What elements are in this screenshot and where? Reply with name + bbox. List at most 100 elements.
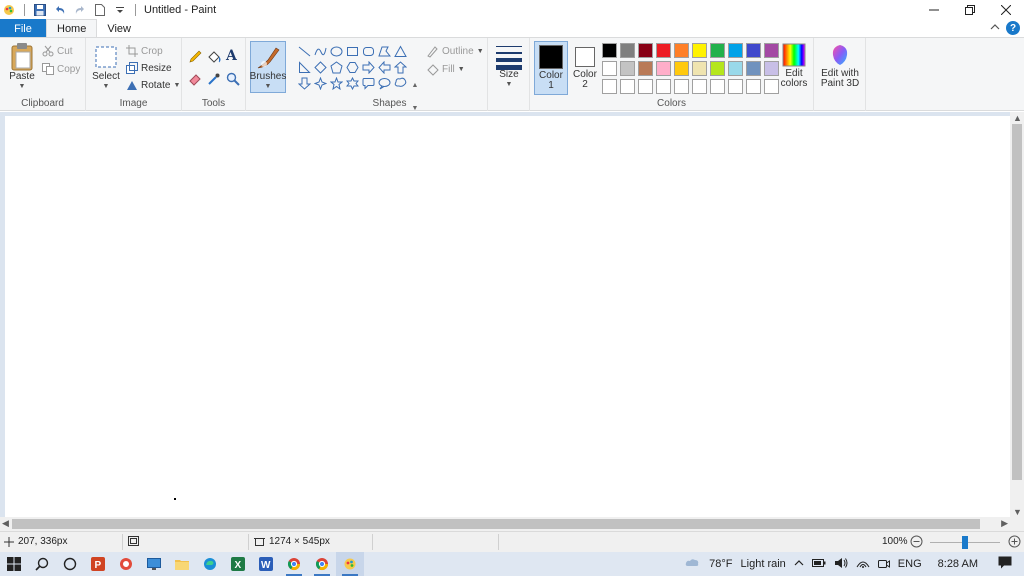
media-player-icon[interactable]	[112, 552, 140, 576]
palette-swatch[interactable]	[674, 61, 689, 76]
paste-button[interactable]: Paste ▼	[6, 42, 38, 92]
customize-qat-icon[interactable]	[113, 3, 127, 17]
zoom-out-icon[interactable]	[910, 535, 923, 548]
new-file-icon[interactable]	[93, 3, 107, 17]
collapse-ribbon-icon[interactable]	[990, 22, 1000, 34]
rotate-button[interactable]: Rotate ▼	[126, 77, 180, 93]
palette-swatch[interactable]	[620, 61, 635, 76]
eraser-icon[interactable]	[188, 71, 202, 87]
weather-icon[interactable]	[685, 557, 701, 572]
clock[interactable]: 8:28 AM	[938, 558, 978, 570]
color-picker-icon[interactable]	[207, 71, 221, 87]
zoom-in-icon[interactable]	[1008, 535, 1021, 548]
palette-swatch[interactable]	[656, 61, 671, 76]
left-arrow-shape-icon[interactable]	[376, 59, 392, 75]
task-view-icon[interactable]	[56, 552, 84, 576]
cloud-callout-shape-icon[interactable]	[392, 75, 408, 91]
oval-callout-shape-icon[interactable]	[376, 75, 392, 91]
tab-home[interactable]: Home	[46, 19, 98, 38]
palette-swatch[interactable]	[746, 79, 761, 94]
paint-app-icon[interactable]	[2, 3, 16, 17]
color1-button[interactable]: Color 1	[534, 41, 568, 95]
right-triangle-shape-icon[interactable]	[296, 59, 312, 75]
windows-start-icon[interactable]	[0, 552, 28, 576]
palette-swatch[interactable]	[728, 43, 743, 58]
undo-icon[interactable]	[53, 3, 67, 17]
edit-with-paint3d-button[interactable]: Edit with Paint 3D	[818, 43, 862, 89]
scroll-down-icon[interactable]: ▼	[1013, 507, 1022, 517]
color2-button[interactable]: Color 2	[570, 41, 600, 95]
show-hidden-icons-icon[interactable]	[794, 558, 804, 570]
search-icon[interactable]	[28, 552, 56, 576]
palette-swatch[interactable]	[674, 43, 689, 58]
crop-button[interactable]: Crop	[126, 43, 163, 59]
rounded-callout-shape-icon[interactable]	[360, 75, 376, 91]
five-point-star-shape-icon[interactable]	[328, 75, 344, 91]
palette-swatch[interactable]	[746, 43, 761, 58]
palette-swatch[interactable]	[710, 43, 725, 58]
language-indicator[interactable]: ENG	[898, 558, 922, 570]
pencil-icon[interactable]	[188, 49, 202, 65]
polygon-shape-icon[interactable]	[376, 43, 392, 59]
scroll-right-icon[interactable]: ▶	[1001, 518, 1008, 529]
palette-swatch[interactable]	[620, 79, 635, 94]
up-arrow-shape-icon[interactable]	[392, 59, 408, 75]
palette-swatch[interactable]	[692, 79, 707, 94]
vertical-scrollbar[interactable]: ▲ ▼	[1010, 112, 1024, 518]
palette-swatch[interactable]	[656, 79, 671, 94]
brushes-button[interactable]: Brushes ▼	[250, 41, 286, 93]
help-icon[interactable]: ?	[1006, 21, 1020, 35]
chrome-icon[interactable]	[308, 552, 336, 576]
palette-swatch[interactable]	[746, 61, 761, 76]
powerpoint-icon[interactable]: P	[84, 552, 112, 576]
palette-swatch[interactable]	[602, 43, 617, 58]
edit-colors-button[interactable]: Edit colors	[778, 43, 810, 89]
restore-button[interactable]	[952, 0, 988, 20]
redo-icon[interactable]	[73, 3, 87, 17]
copy-button[interactable]: Copy	[42, 61, 80, 77]
palette-swatch[interactable]	[656, 43, 671, 58]
volume-icon[interactable]	[834, 557, 848, 572]
oval-shape-icon[interactable]	[328, 43, 344, 59]
palette-swatch[interactable]	[764, 61, 779, 76]
palette-swatch[interactable]	[638, 61, 653, 76]
horizontal-scrollbar[interactable]: ◀ ▶	[0, 517, 1024, 531]
scroll-left-icon[interactable]: ◀	[2, 518, 9, 529]
battery-icon[interactable]	[811, 558, 826, 571]
rectangle-shape-icon[interactable]	[344, 43, 360, 59]
meet-now-icon[interactable]	[877, 557, 890, 572]
four-point-star-shape-icon[interactable]	[312, 75, 328, 91]
hexagon-shape-icon[interactable]	[344, 59, 360, 75]
desktop-icon[interactable]	[140, 552, 168, 576]
resize-button[interactable]: Resize	[126, 60, 172, 76]
six-point-star-shape-icon[interactable]	[344, 75, 360, 91]
chevron-up-icon[interactable]: ▲	[412, 82, 419, 89]
size-button[interactable]: Size ▼	[494, 44, 524, 90]
fill-button[interactable]: Fill ▼	[426, 61, 465, 77]
palette-swatch[interactable]	[638, 43, 653, 58]
palette-swatch[interactable]	[602, 61, 617, 76]
minimize-button[interactable]	[916, 0, 952, 20]
vertical-scroll-thumb[interactable]	[1012, 124, 1022, 480]
tab-view[interactable]: View	[97, 19, 141, 38]
triangle-shape-icon[interactable]	[392, 43, 408, 59]
palette-swatch[interactable]	[692, 43, 707, 58]
right-arrow-shape-icon[interactable]	[360, 59, 376, 75]
zoom-slider-thumb[interactable]	[962, 536, 968, 549]
palette-swatch[interactable]	[710, 61, 725, 76]
pentagon-shape-icon[interactable]	[328, 59, 344, 75]
save-icon[interactable]	[33, 3, 47, 17]
select-button[interactable]: Select ▼	[90, 42, 122, 92]
scroll-up-icon[interactable]: ▲	[1013, 113, 1022, 123]
palette-swatch[interactable]	[602, 79, 617, 94]
line-shape-icon[interactable]	[296, 43, 312, 59]
palette-swatch[interactable]	[710, 79, 725, 94]
chrome-icon[interactable]	[280, 552, 308, 576]
file-explorer-icon[interactable]	[168, 552, 196, 576]
curve-shape-icon[interactable]	[312, 43, 328, 59]
drawing-canvas[interactable]	[5, 116, 1010, 517]
weather-temperature[interactable]: 78°F	[709, 558, 732, 570]
horizontal-scroll-thumb[interactable]	[12, 519, 980, 529]
down-arrow-shape-icon[interactable]	[296, 75, 312, 91]
palette-swatch[interactable]	[728, 61, 743, 76]
